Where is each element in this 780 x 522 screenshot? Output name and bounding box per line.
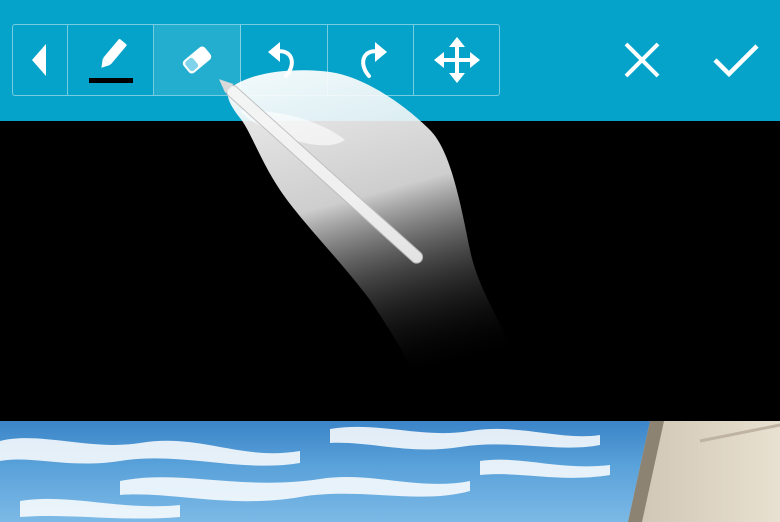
back-button[interactable] <box>13 25 68 95</box>
eraser-tool-button[interactable] <box>154 25 242 95</box>
move-tool-button[interactable] <box>414 25 499 95</box>
redo-button[interactable] <box>328 25 415 95</box>
pen-color-swatch <box>88 78 133 83</box>
background-photo <box>0 421 780 522</box>
cancel-button[interactable] <box>618 36 666 84</box>
close-icon <box>624 42 660 78</box>
back-arrow-icon <box>31 44 46 76</box>
tool-group <box>12 24 500 96</box>
pen-tool-button[interactable] <box>68 25 155 95</box>
confirm-button[interactable] <box>708 36 764 84</box>
drawing-canvas[interactable] <box>0 121 780 421</box>
undo-button[interactable] <box>241 25 328 95</box>
edit-toolbar <box>0 0 780 121</box>
redo-icon <box>360 42 387 78</box>
sky-photo <box>0 421 780 522</box>
move-icon <box>433 37 480 83</box>
check-icon <box>713 44 759 78</box>
eraser-icon <box>183 46 212 74</box>
pen-icon <box>88 39 133 83</box>
undo-icon <box>267 42 294 78</box>
